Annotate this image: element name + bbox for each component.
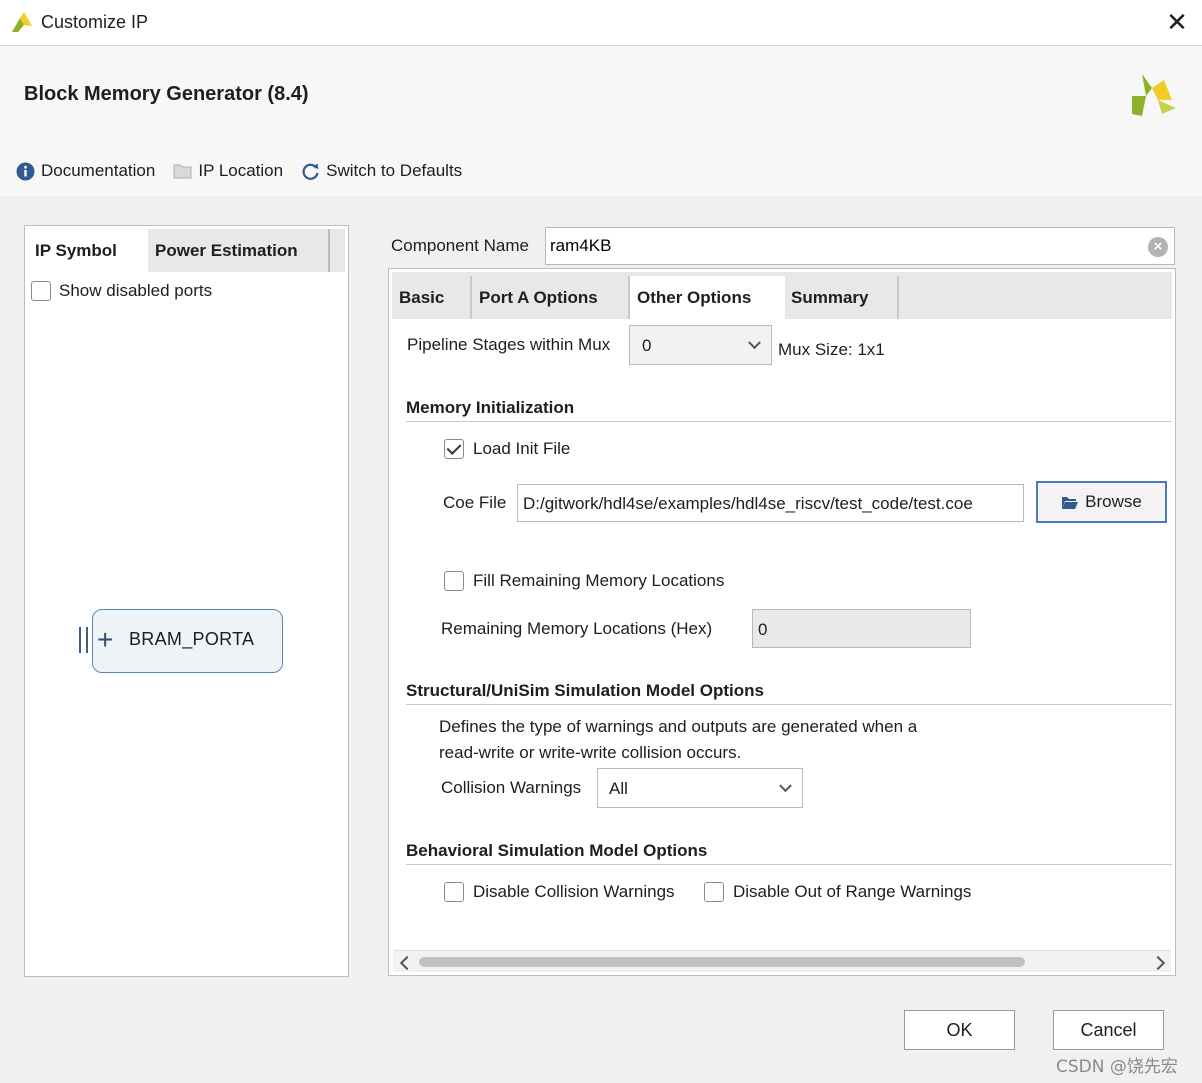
structural-options-title: Structural/UniSim Simulation Model Optio… (406, 681, 764, 700)
collision-warnings-select[interactable]: All (597, 768, 803, 808)
expand-port-icon[interactable]: + (97, 625, 119, 655)
folder-icon (173, 164, 192, 179)
structural-description-line1: Defines the type of warnings and outputs… (439, 717, 918, 736)
ip-symbol-panel (24, 225, 349, 977)
window-title: Customize IP (41, 12, 149, 32)
switch-to-defaults-label: Switch to Defaults (326, 161, 463, 180)
title-bar (0, 0, 1202, 46)
xilinx-logo-icon (1132, 74, 1176, 116)
section-divider (406, 704, 1172, 705)
collision-warnings-label: Collision Warnings (441, 778, 582, 797)
ip-location-label: IP Location (198, 161, 284, 180)
xilinx-small-logo-icon (12, 12, 32, 32)
mux-size-text: Mux Size: 1x1 (778, 340, 885, 359)
component-name-input[interactable] (550, 236, 1140, 256)
tab-other-options[interactable]: Other Options (630, 276, 785, 319)
tab-basic[interactable]: Basic (392, 276, 472, 319)
close-icon[interactable]: ✕ (1163, 8, 1191, 36)
component-name-label: Component Name (391, 236, 529, 255)
fill-remaining-option[interactable]: Fill Remaining Memory Locations (444, 571, 724, 591)
section-divider (406, 864, 1172, 865)
bus-interface-icon (79, 627, 88, 653)
coe-file-label: Coe File (443, 493, 507, 512)
tab-port-a-options[interactable]: Port A Options (472, 276, 630, 319)
chevron-down-icon (748, 336, 761, 350)
pipeline-stages-label: Pipeline Stages within Mux (407, 335, 611, 354)
tab-ip-symbol[interactable]: IP Symbol (28, 229, 148, 272)
load-init-file-label: Load Init File (473, 439, 571, 458)
ip-name-heading: Block Memory Generator (8.4) (24, 83, 309, 105)
info-icon (16, 162, 35, 180)
scroll-left-icon[interactable] (399, 955, 411, 969)
disable-out-of-range-label: Disable Out of Range Warnings (733, 882, 972, 901)
scroll-right-icon[interactable] (1153, 955, 1165, 969)
structural-description-line2: read-write or write-write collision occu… (439, 743, 742, 762)
left-tab-bar: IP Symbol Power Estimation (28, 229, 345, 272)
coe-file-input[interactable]: D:/gitwork/hdl4se/examples/hdl4se_riscv/… (517, 484, 1024, 522)
bram-porta-label: BRAM_PORTA (129, 629, 255, 649)
documentation-label: Documentation (41, 161, 156, 180)
component-name-field: × (545, 227, 1175, 265)
disable-collision-warnings-label: Disable Collision Warnings (473, 882, 675, 901)
documentation-button[interactable]: Documentation (16, 161, 155, 181)
remaining-locations-input[interactable]: 0 (752, 609, 971, 648)
ip-location-button[interactable]: IP Location (173, 161, 283, 181)
options-tab-bar: Basic Port A Options Other Options Summa… (392, 272, 1172, 319)
pipeline-stages-select[interactable]: 0 (629, 325, 772, 365)
ok-button[interactable]: OK (904, 1010, 1015, 1050)
toolbar: Documentation IP Location Switch to Defa… (16, 158, 462, 184)
disable-out-of-range-option[interactable]: Disable Out of Range Warnings (704, 882, 971, 902)
fill-remaining-checkbox[interactable] (444, 571, 464, 591)
browse-button[interactable]: Browse (1036, 481, 1167, 523)
cancel-button[interactable]: Cancel (1053, 1010, 1164, 1050)
tab-power-estimation[interactable]: Power Estimation (148, 229, 330, 272)
scrollbar-thumb[interactable] (419, 957, 1025, 967)
section-divider (406, 421, 1172, 422)
remaining-locations-label: Remaining Memory Locations (Hex) (441, 619, 713, 638)
fill-remaining-label: Fill Remaining Memory Locations (473, 571, 725, 590)
refresh-icon (302, 163, 319, 180)
clear-icon[interactable]: × (1148, 237, 1168, 257)
pipeline-stages-value: 0 (642, 336, 652, 355)
show-disabled-ports-option[interactable]: Show disabled ports (31, 281, 212, 301)
load-init-file-option[interactable]: Load Init File (444, 439, 570, 459)
collision-warnings-value: All (609, 779, 628, 798)
chevron-down-icon (779, 779, 792, 793)
horizontal-scrollbar[interactable] (393, 950, 1171, 972)
tab-summary[interactable]: Summary (784, 276, 899, 319)
disable-out-of-range-checkbox[interactable] (704, 882, 724, 902)
watermark-text: CSDN @饶先宏 (1056, 1057, 1178, 1077)
show-disabled-ports-label: Show disabled ports (59, 281, 213, 300)
show-disabled-ports-checkbox[interactable] (31, 281, 51, 301)
load-init-file-checkbox[interactable] (444, 439, 464, 459)
memory-initialization-title: Memory Initialization (406, 398, 575, 417)
disable-collision-warnings-option[interactable]: Disable Collision Warnings (444, 882, 675, 902)
remaining-locations-value: 0 (758, 620, 768, 639)
behavioral-options-title: Behavioral Simulation Model Options (406, 841, 708, 860)
browse-label: Browse (1085, 492, 1142, 511)
switch-to-defaults-button[interactable]: Switch to Defaults (301, 161, 462, 181)
open-folder-icon (1062, 496, 1079, 509)
disable-collision-warnings-checkbox[interactable] (444, 882, 464, 902)
coe-file-value: D:/gitwork/hdl4se/examples/hdl4se_riscv/… (523, 494, 973, 513)
